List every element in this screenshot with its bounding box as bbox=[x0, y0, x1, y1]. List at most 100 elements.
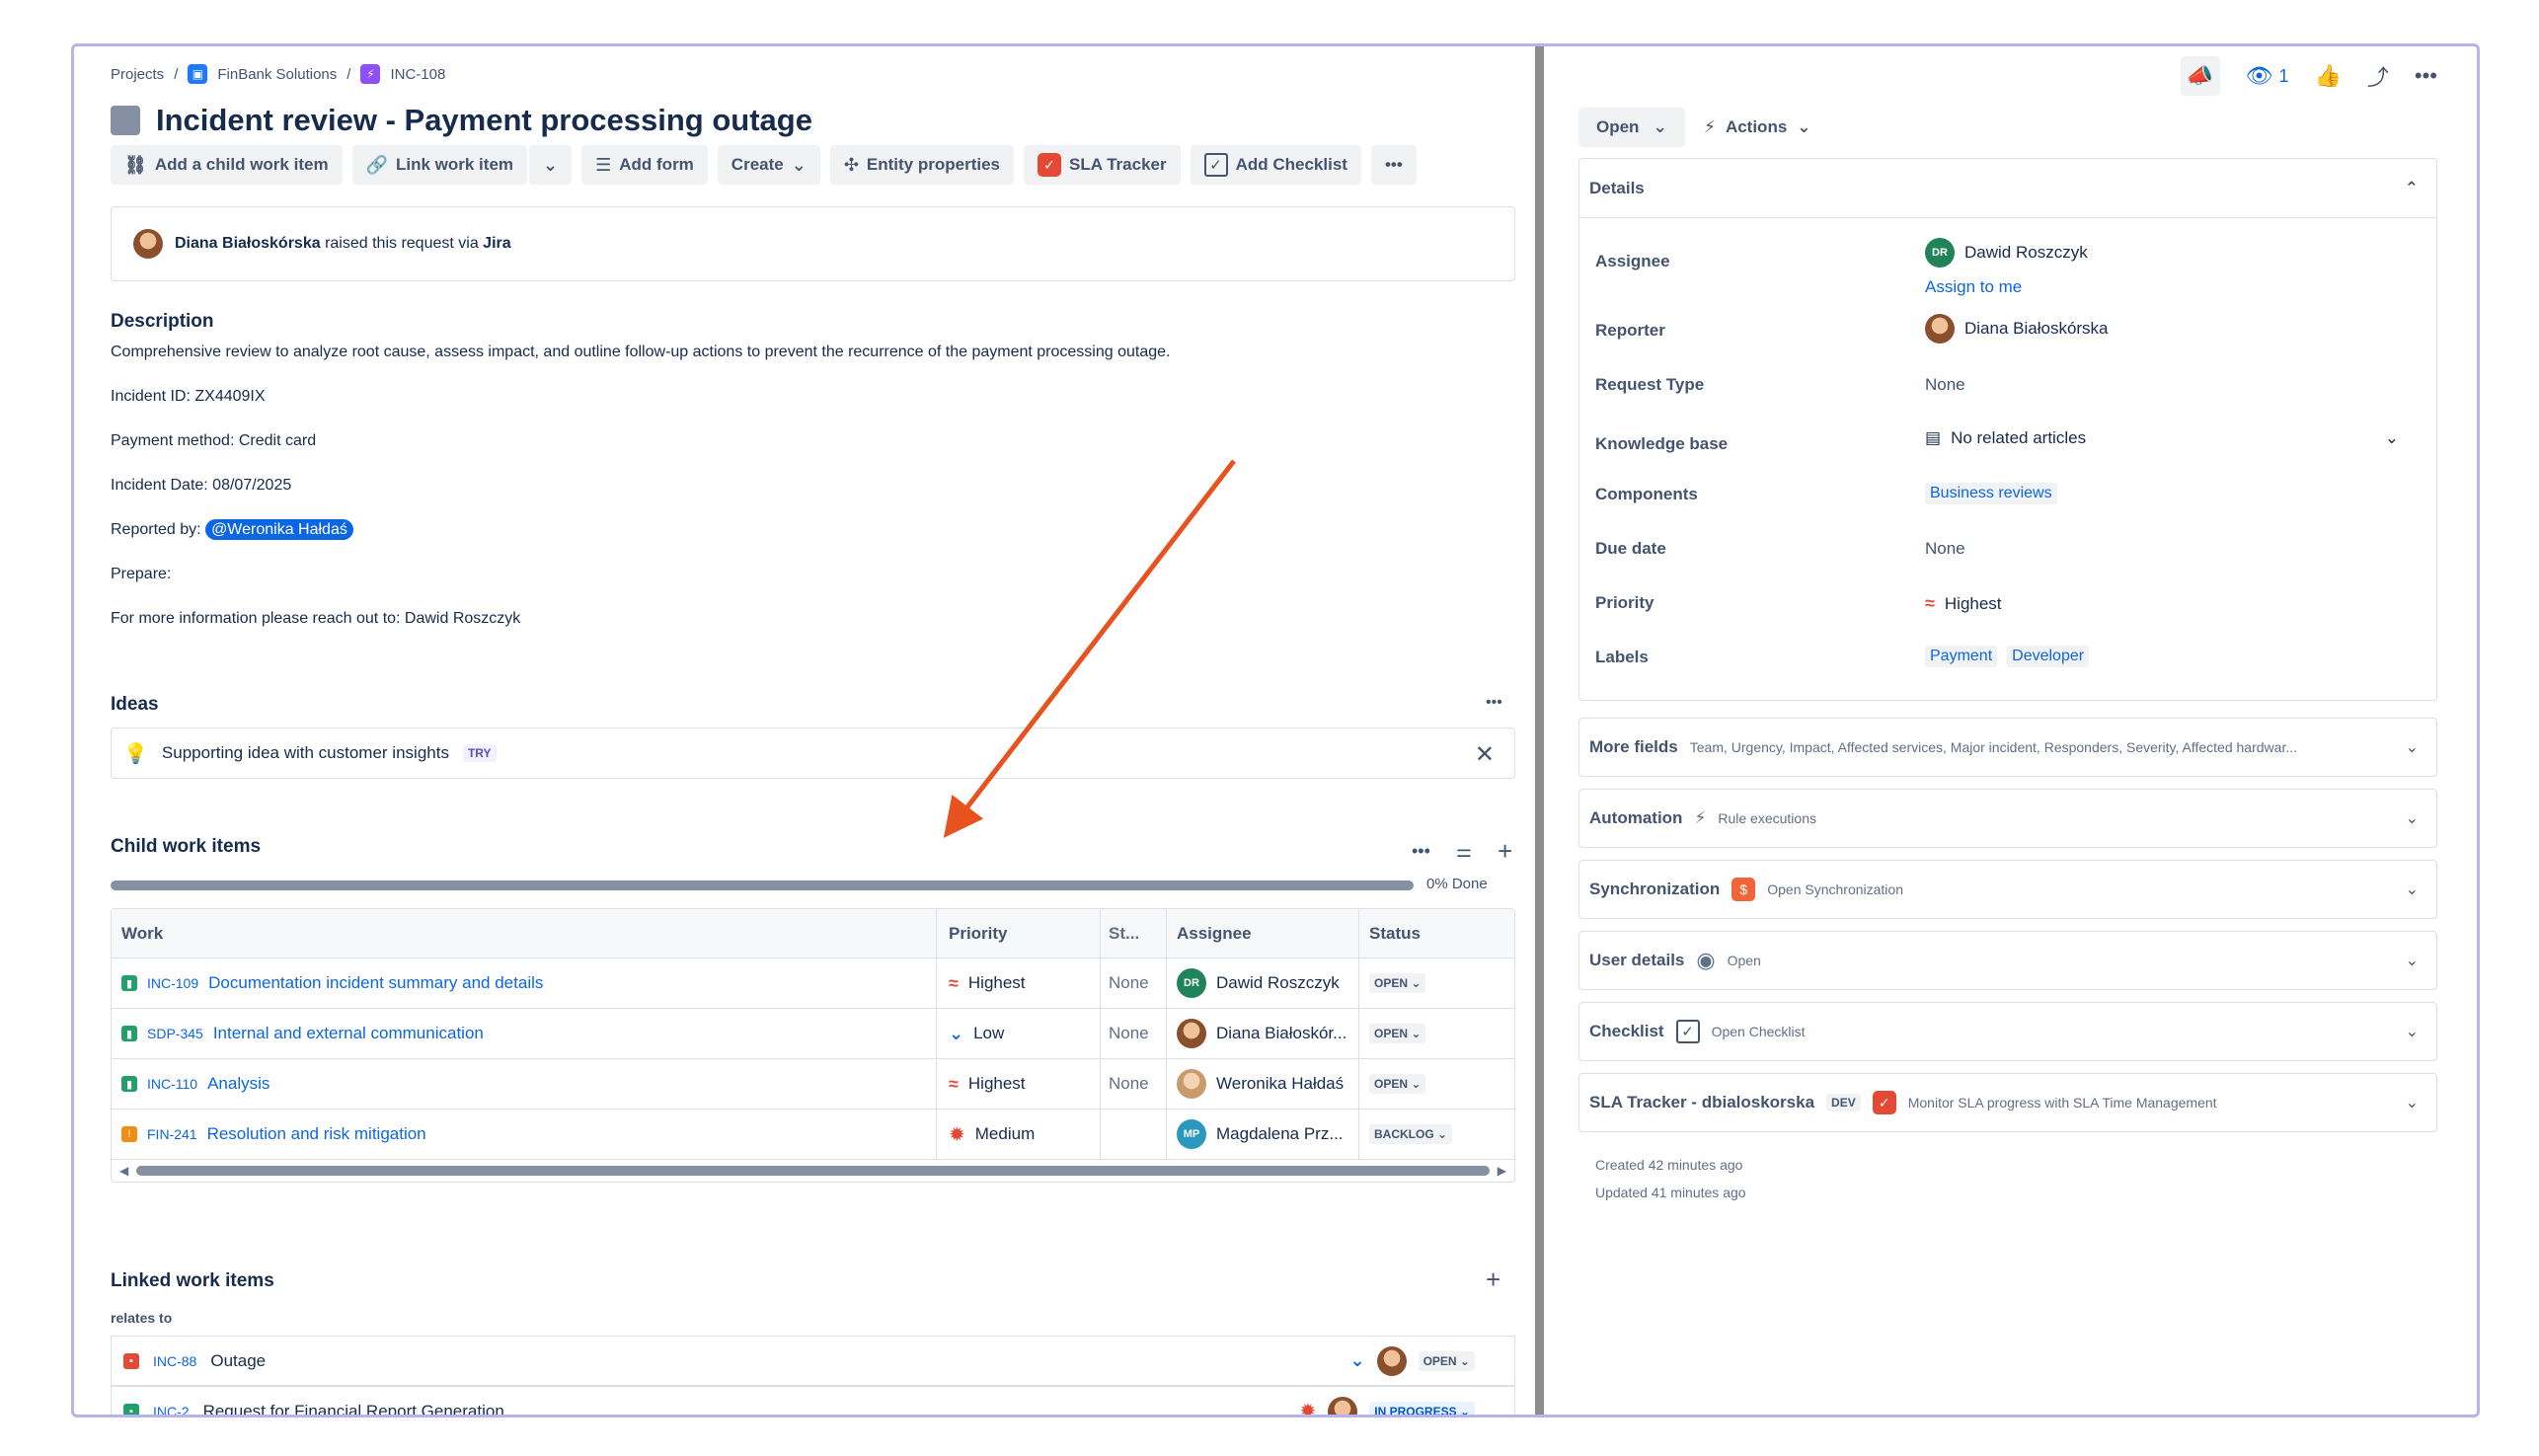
table-row[interactable]: ▮ INC-109 Documentation incident summary… bbox=[112, 958, 1514, 1009]
filter-settings-icon[interactable]: ⚌ bbox=[1456, 841, 1472, 862]
idea-item[interactable]: 💡 Supporting idea with customer insights… bbox=[111, 728, 1515, 779]
linked-title[interactable]: Outage bbox=[210, 1351, 266, 1371]
priority-value[interactable]: ≈ Highest bbox=[1925, 593, 2002, 614]
sla-tracker-button[interactable]: ✓ SLA Tracker bbox=[1024, 145, 1181, 185]
breadcrumb-projects[interactable]: Projects bbox=[111, 66, 164, 83]
link-work-item-button[interactable]: 🔗 Link work item bbox=[351, 145, 528, 185]
row-priority[interactable]: Medium bbox=[975, 1124, 1035, 1144]
automation-section[interactable]: Automation ⚡ Rule executions ⌄ bbox=[1578, 789, 2437, 848]
row-assignee[interactable]: Dawid Roszczyk bbox=[1216, 973, 1340, 993]
details-header[interactable]: Details ⌃ bbox=[1579, 159, 2436, 218]
scroll-right-icon[interactable]: ▶ bbox=[1498, 1164, 1506, 1178]
row-key[interactable]: SDP-345 bbox=[147, 1026, 203, 1041]
row-title[interactable]: Internal and external communication bbox=[213, 1024, 484, 1043]
status-dropdown[interactable]: OPEN ⌄ bbox=[1369, 1024, 1426, 1043]
table-row[interactable]: ▮ SDP-345 Internal and external communic… bbox=[112, 1009, 1514, 1059]
row-priority[interactable]: Highest bbox=[968, 973, 1026, 993]
add-link-plus-icon[interactable]: + bbox=[1486, 1264, 1500, 1295]
issue-sidebar: 📣 👁 1 👍 ⤴ ••• Open ⌄ ⚡ Actions ⌄ Details… bbox=[1544, 46, 2477, 1415]
linked-key[interactable]: INC-88 bbox=[153, 1353, 196, 1369]
breadcrumb-issue-key[interactable]: INC-108 bbox=[390, 66, 445, 83]
create-button[interactable]: Create ⌄ bbox=[717, 145, 820, 185]
panel-resize-handle[interactable] bbox=[1535, 46, 1544, 1415]
sla-tracker-section[interactable]: SLA Tracker - dbialoskorska DEV ✓ Monito… bbox=[1578, 1073, 2437, 1132]
row-priority[interactable]: Low bbox=[973, 1024, 1004, 1043]
more-icon[interactable]: ••• bbox=[2415, 63, 2437, 89]
description-body[interactable]: Comprehensive review to analyze root cau… bbox=[111, 343, 1493, 653]
checklist-section[interactable]: Checklist ✓ Open Checklist ⌄ bbox=[1578, 1002, 2437, 1061]
components-value[interactable]: Business reviews bbox=[1925, 483, 2057, 504]
user-details-section[interactable]: User details ◉ Open ⌄ bbox=[1578, 931, 2437, 990]
table-row[interactable]: ! FIN-241 Resolution and risk mitigation… bbox=[112, 1110, 1514, 1160]
add-form-button[interactable]: ☰ Add form bbox=[581, 145, 708, 185]
column-header-priority[interactable]: Priority bbox=[937, 909, 1101, 958]
column-header-work[interactable]: Work bbox=[112, 909, 937, 958]
entity-properties-button[interactable]: ✣ Entity properties bbox=[829, 145, 1014, 185]
automation-summary: Rule executions bbox=[1718, 810, 1816, 826]
issue-title[interactable]: Incident review - Payment processing out… bbox=[156, 103, 812, 138]
column-header-assignee[interactable]: Assignee bbox=[1167, 909, 1359, 958]
row-priority[interactable]: Highest bbox=[968, 1074, 1026, 1094]
synchronization-section[interactable]: Synchronization $ Open Synchronization ⌄ bbox=[1578, 860, 2437, 919]
row-assignee[interactable]: Diana Białoskór... bbox=[1216, 1024, 1346, 1043]
status-dropdown[interactable]: IN PROGRESS ⌄ bbox=[1369, 1401, 1475, 1415]
row-key[interactable]: INC-109 bbox=[147, 975, 198, 991]
payment-method: Payment method: Credit card bbox=[111, 432, 317, 449]
row-title[interactable]: Documentation incident summary and detai… bbox=[208, 973, 543, 993]
user-mention[interactable]: @Weronika Hałdaś bbox=[205, 519, 353, 540]
table-row[interactable]: ▮ INC-110 Analysis ≈ Highest None Weroni… bbox=[112, 1059, 1514, 1110]
megaphone-icon[interactable]: 📣 bbox=[2180, 56, 2220, 96]
knowledge-base-value: No related articles bbox=[1951, 428, 2087, 447]
column-header-status-short[interactable]: St... bbox=[1101, 909, 1167, 958]
close-icon[interactable]: ✕ bbox=[1475, 740, 1495, 769]
status-dropdown-button[interactable]: Open ⌄ bbox=[1578, 108, 1685, 147]
row-title[interactable]: Analysis bbox=[207, 1074, 269, 1094]
scroll-left-icon[interactable]: ◀ bbox=[119, 1164, 128, 1178]
add-child-plus-icon[interactable]: + bbox=[1498, 836, 1512, 867]
reporter-value[interactable]: Diana Białoskórska bbox=[1925, 314, 2109, 344]
ideas-more-button[interactable]: ••• bbox=[1486, 694, 1502, 712]
status-dropdown[interactable]: BACKLOG ⌄ bbox=[1369, 1124, 1453, 1144]
breadcrumb-separator: / bbox=[346, 65, 351, 83]
more-fields-section[interactable]: More fields Team, Urgency, Impact, Affec… bbox=[1578, 718, 2437, 777]
status-dropdown[interactable]: OPEN ⌄ bbox=[1369, 1074, 1426, 1094]
add-child-button[interactable]: ⛓ Add a child work item bbox=[111, 145, 343, 185]
component-chip[interactable]: Business reviews bbox=[1925, 483, 2057, 504]
row-assignee[interactable]: Weronika Hałdaś bbox=[1216, 1074, 1344, 1094]
scrollbar-thumb[interactable] bbox=[136, 1166, 1490, 1176]
automation-heading: Automation bbox=[1589, 808, 1683, 827]
chevron-down-icon: ⌄ bbox=[1797, 117, 1811, 136]
breadcrumb-project[interactable]: FinBank Solutions bbox=[217, 66, 337, 83]
label-chip[interactable]: Payment bbox=[1925, 646, 1998, 667]
horizontal-scrollbar[interactable]: ◀ ▶ bbox=[112, 1160, 1514, 1182]
row-key[interactable]: FIN-241 bbox=[147, 1126, 197, 1142]
labels-value[interactable]: Payment Developer bbox=[1925, 646, 2090, 667]
assign-to-me-link[interactable]: Assign to me bbox=[1925, 277, 2022, 297]
linked-item-row[interactable]: ▪ INC-2 Request for Financial Report Gen… bbox=[111, 1386, 1515, 1416]
due-date-value[interactable]: None bbox=[1925, 539, 1965, 559]
linked-item-row[interactable]: ▪ INC-88 Outage ⌄ OPEN ⌄ bbox=[111, 1336, 1515, 1386]
service-request-icon: ▪ bbox=[123, 1403, 139, 1415]
share-icon[interactable]: ⤴ bbox=[2367, 60, 2389, 92]
add-checklist-button[interactable]: ✓ Add Checklist bbox=[1190, 145, 1361, 185]
linked-key[interactable]: INC-2 bbox=[153, 1404, 190, 1416]
row-title[interactable]: Resolution and risk mitigation bbox=[207, 1124, 426, 1144]
raiser-name[interactable]: Diana Białoskórska bbox=[175, 235, 321, 252]
label-chip[interactable]: Developer bbox=[2007, 646, 2090, 667]
row-key[interactable]: INC-110 bbox=[147, 1076, 197, 1092]
column-header-status[interactable]: Status bbox=[1359, 909, 1507, 958]
more-actions-button[interactable]: ••• bbox=[1370, 145, 1417, 185]
watch-button[interactable]: 👁 1 bbox=[2246, 63, 2289, 89]
child-items-more-button[interactable]: ••• bbox=[1412, 841, 1430, 862]
assignee-value[interactable]: DR Dawid Roszczyk bbox=[1925, 238, 2088, 268]
knowledge-base-dropdown[interactable]: ▤ No related articles ⌄ bbox=[1925, 428, 2409, 448]
actions-button[interactable]: ⚡ Actions ⌄ bbox=[1692, 108, 1823, 147]
chevron-down-icon: ⌄ bbox=[2405, 810, 2419, 827]
linked-title[interactable]: Request for Financial Report Generation bbox=[203, 1402, 504, 1416]
row-assignee[interactable]: Magdalena Prz... bbox=[1216, 1124, 1344, 1144]
thumbs-up-icon[interactable]: 👍 bbox=[2314, 63, 2341, 89]
request-type-value[interactable]: None bbox=[1925, 375, 1965, 395]
status-dropdown[interactable]: OPEN ⌄ bbox=[1369, 973, 1426, 993]
link-dropdown-button[interactable]: ⌄ bbox=[529, 145, 573, 185]
status-dropdown[interactable]: OPEN ⌄ bbox=[1418, 1350, 1475, 1371]
